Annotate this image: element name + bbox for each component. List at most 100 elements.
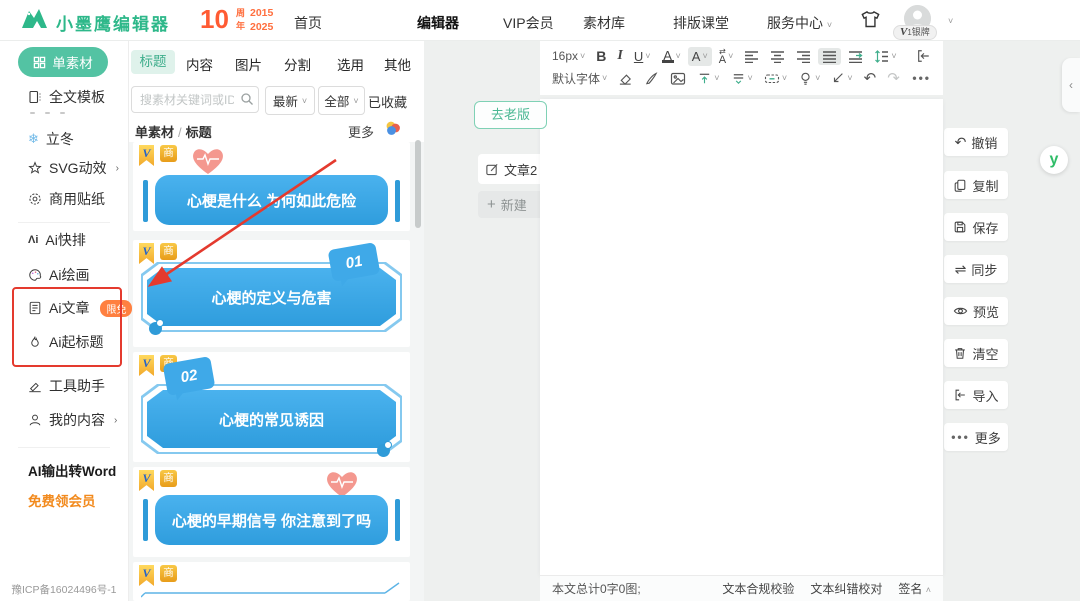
ai-icon: Λi	[28, 234, 38, 246]
chevron-down-icon[interactable]: ˅	[948, 16, 953, 26]
divider-line-graphic	[141, 580, 402, 600]
diagonal-arrow-dropdown[interactable]: ˅	[827, 69, 856, 87]
tab-selected[interactable]: 选用	[337, 54, 364, 74]
sidebar-item-stickers[interactable]: 商用贴纸	[28, 189, 105, 209]
bold-button[interactable]: B	[592, 46, 610, 66]
sync-icon: ⇌	[955, 261, 967, 278]
materials-panel: 标题 内容 图片 分割 选用 其他 最新˅ 全部˅ 已收藏 单素材/标题 更多 …	[128, 40, 425, 601]
color-palette-icon[interactable]	[384, 119, 402, 137]
old-version-button[interactable]: 去老版	[474, 101, 547, 129]
font-family-dropdown[interactable]: 默认字体˅	[548, 68, 611, 89]
align-justify-icon[interactable]	[818, 48, 841, 65]
tab-other[interactable]: 其他	[384, 54, 411, 74]
import-button[interactable]: 导入	[944, 381, 1008, 409]
sidebar-item-svg-animation[interactable]: SVG动效›	[28, 158, 119, 178]
nav-item-home[interactable]: 首页	[294, 13, 322, 33]
vip-badge: V	[139, 355, 154, 376]
sync-button[interactable]: ⇌同步	[944, 255, 1008, 283]
sidebar-item-tools[interactable]: 工具助手	[28, 376, 105, 396]
line-height-dropdown[interactable]: ˅	[870, 48, 900, 65]
favorites-filter[interactable]: 已收藏	[368, 92, 407, 111]
redo-icon[interactable]: ↷	[883, 67, 904, 89]
compliance-check-link[interactable]: 文本合规校验	[722, 580, 794, 597]
preview-button[interactable]: 预览	[944, 297, 1008, 325]
collapse-toolbar-icon[interactable]	[912, 47, 935, 65]
tools-icon	[28, 379, 42, 393]
ai-to-word-link[interactable]: AI输出转Word	[28, 460, 116, 480]
floating-assistant-button[interactable]: y	[1040, 146, 1068, 174]
snowflake-icon: ❄	[28, 131, 39, 147]
tab-image[interactable]: 图片	[235, 54, 262, 74]
scrollbar-thumb[interactable]	[415, 140, 421, 228]
sidebar-item-single-material[interactable]: 单素材	[18, 47, 108, 77]
new-document-button[interactable]: + 新建	[478, 191, 546, 218]
align-left-icon[interactable]	[740, 48, 763, 65]
material-card[interactable]: V 商 心梗是什么 为何如此危险	[133, 142, 410, 231]
more-link[interactable]: 更多	[348, 122, 374, 141]
sidebar-item-ai-painting[interactable]: Ai绘画	[28, 265, 89, 285]
align-center-icon[interactable]	[766, 48, 789, 65]
highlight-color-button[interactable]: A˅	[688, 47, 712, 66]
margin-dropdown[interactable]: ˅	[760, 69, 791, 88]
space-above-dropdown[interactable]: ˅	[693, 69, 723, 88]
align-right-icon[interactable]	[792, 48, 815, 65]
logo-text[interactable]: 小墨鹰编辑器	[56, 10, 170, 35]
tab-title[interactable]: 标题	[131, 50, 175, 74]
search-icon[interactable]	[240, 92, 254, 106]
image-icon[interactable]	[666, 69, 690, 88]
underline-button[interactable]: U˅	[630, 47, 655, 66]
char-spacing-button[interactable]: ⇄A˅	[715, 46, 738, 66]
clear-button[interactable]: 清空	[944, 339, 1008, 367]
proofread-link[interactable]: 文本纠错校对	[810, 580, 882, 597]
free-vip-link[interactable]: 免费领会员	[28, 490, 96, 510]
more-button[interactable]: •••更多	[944, 423, 1008, 451]
tab-content[interactable]: 内容	[186, 54, 213, 74]
clothes-icon[interactable]	[860, 9, 881, 30]
nav-item-vip[interactable]: VIP会员	[503, 13, 554, 33]
sort-dropdown[interactable]: 最新˅	[265, 86, 315, 115]
italic-button[interactable]: I	[613, 46, 626, 66]
material-card[interactable]: V 商 心梗的定义与危害 01	[133, 240, 410, 347]
undo-button[interactable]: ↶撤销	[944, 128, 1008, 156]
undo-icon: ↶	[955, 134, 967, 151]
banner-bracket	[395, 180, 400, 222]
decorative-dot	[377, 444, 390, 457]
sidebar-item-ai-quick[interactable]: Λi Ai快排	[28, 230, 86, 250]
nav-item-service[interactable]: 服务中心 ˅	[767, 13, 832, 33]
user-level-badge: V1银牌	[893, 25, 937, 40]
scope-dropdown[interactable]: 全部˅	[318, 86, 365, 115]
edit-icon	[485, 162, 499, 176]
nav-item-editor[interactable]: 编辑器	[417, 13, 459, 33]
chevron-down-icon: ˅	[353, 96, 358, 106]
material-card[interactable]: V 商 心梗的早期信号 你注意到了吗	[133, 467, 410, 557]
logo-bird-icon	[20, 7, 50, 33]
banner-bracket	[143, 499, 148, 541]
left-sidebar: 单素材 全文模板 ❄ 立冬 SVG动效› 商用贴纸 Λi Ai快排 Ai绘画	[0, 40, 129, 601]
more-tools-icon[interactable]: •••	[908, 69, 935, 87]
annotation-red-box	[12, 287, 122, 367]
nav-item-courses[interactable]: 排版课堂	[673, 13, 729, 33]
material-card[interactable]: V 商	[133, 562, 410, 601]
sidebar-item-my-content[interactable]: 我的内容›	[28, 410, 117, 430]
font-color-button[interactable]: A˅	[658, 48, 685, 65]
trash-icon	[953, 346, 967, 360]
signature-link[interactable]: 签名 ˄	[898, 580, 931, 597]
editor-canvas[interactable]	[540, 99, 943, 575]
sidebar-item-full-template[interactable]: 全文模板	[28, 87, 105, 107]
sidebar-item-lidong[interactable]: ❄ 立冬	[28, 129, 74, 149]
copy-button[interactable]: 复制	[944, 171, 1008, 199]
collapse-panel-flap[interactable]: ‹	[1062, 58, 1080, 112]
font-size-dropdown[interactable]: 16px˅	[548, 47, 589, 65]
undo-icon[interactable]: ↶	[860, 67, 881, 89]
paragraph-space-dropdown[interactable]: ˅	[727, 69, 757, 88]
indent-icon[interactable]	[844, 48, 867, 65]
lamp-icon[interactable]: ˅	[794, 69, 824, 88]
format-painter-icon[interactable]	[640, 69, 663, 88]
document-tab[interactable]: 文章2	[478, 154, 546, 184]
eraser-icon[interactable]	[614, 69, 637, 88]
tab-divider[interactable]: 分割	[284, 54, 311, 74]
save-button[interactable]: 保存	[944, 213, 1008, 241]
nav-item-materials[interactable]: 素材库	[583, 13, 625, 33]
status-bar: 本文总计0字0图; 文本合规校验 文本纠错校对 签名 ˄	[540, 575, 943, 601]
material-card[interactable]: V 商 心梗的常见诱因 02	[133, 352, 410, 462]
